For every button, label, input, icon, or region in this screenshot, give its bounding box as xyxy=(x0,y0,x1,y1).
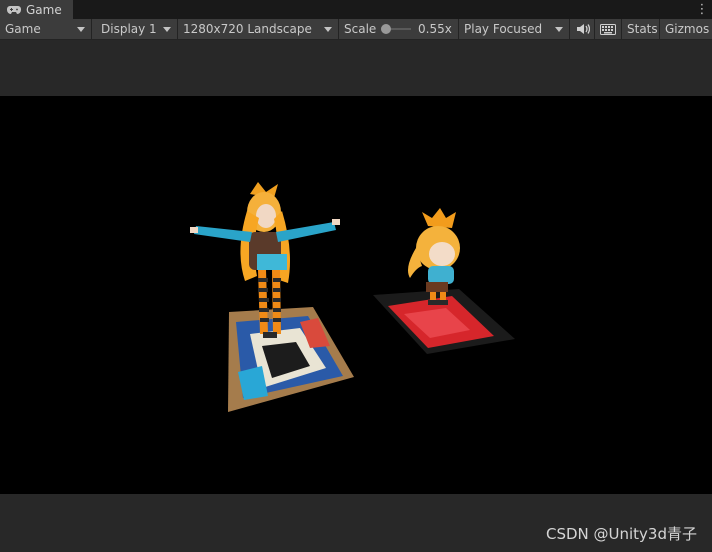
display-label: Display 1 xyxy=(101,22,157,36)
gizmos-label: Gizmos xyxy=(665,22,710,36)
character-tall xyxy=(190,182,340,338)
game-toolbar: Game Display 1 1280x720 Landscape Scale … xyxy=(0,19,712,40)
mute-audio-button[interactable] xyxy=(570,19,595,39)
stats-button[interactable]: Stats xyxy=(622,19,660,39)
tab-game[interactable]: Game xyxy=(0,0,73,19)
tab-label: Game xyxy=(26,2,62,17)
mode-label: Game xyxy=(5,22,41,36)
letterbox-bottom: CSDN @Unity3d青子 xyxy=(0,494,712,552)
speaker-icon xyxy=(577,24,590,34)
game-viewport[interactable] xyxy=(0,96,712,494)
resolution-dropdown[interactable]: 1280x720 Landscape xyxy=(178,19,339,39)
letterbox-top xyxy=(0,40,712,96)
play-mode-dropdown[interactable]: Play Focused xyxy=(459,19,570,39)
mode-dropdown[interactable]: Game xyxy=(0,19,92,39)
more-options-icon[interactable]: ⋮ xyxy=(696,2,709,17)
keyboard-shortcuts-button[interactable] xyxy=(595,19,622,39)
keyboard-icon xyxy=(600,23,616,35)
tab-bar: Game ⋮ xyxy=(0,0,712,19)
scale-value: 0.55x xyxy=(418,22,452,36)
scale-slider-knob[interactable] xyxy=(381,24,391,34)
scale-label: Scale xyxy=(344,22,377,36)
resolution-label: 1280x720 Landscape xyxy=(183,22,312,36)
play-mode-label: Play Focused xyxy=(464,22,543,36)
game-scene xyxy=(190,182,515,412)
gamepad-icon xyxy=(7,5,21,14)
stats-label: Stats xyxy=(627,22,658,36)
gizmos-button[interactable]: Gizmos xyxy=(660,19,712,39)
ar-card-left xyxy=(228,307,354,412)
watermark: CSDN @Unity3d青子 xyxy=(545,525,697,543)
display-dropdown[interactable]: Display 1 xyxy=(96,19,178,39)
